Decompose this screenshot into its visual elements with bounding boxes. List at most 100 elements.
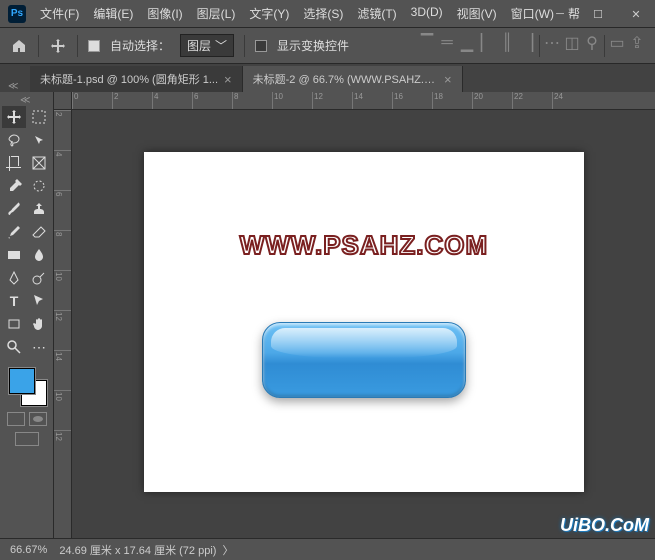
search-icon[interactable]: ⚲ bbox=[584, 35, 600, 51]
lasso-tool[interactable] bbox=[2, 129, 26, 151]
home-icon[interactable] bbox=[10, 37, 28, 55]
frame-tool[interactable] bbox=[27, 152, 51, 174]
show-transform-label: 显示变换控件 bbox=[277, 37, 349, 54]
tab-overflow-icon[interactable]: ≪ bbox=[8, 81, 18, 92]
menu-edit[interactable]: 编辑(E) bbox=[87, 2, 139, 25]
menu-view[interactable]: 视图(V) bbox=[451, 2, 503, 25]
ruler-tick: 14 bbox=[352, 92, 392, 109]
document-dimensions: 24.69 厘米 x 17.64 厘米 (72 ppi) bbox=[59, 542, 216, 558]
auto-select-checkbox[interactable] bbox=[88, 40, 100, 52]
close-icon[interactable]: × bbox=[224, 72, 232, 87]
ruler-tick: 0 bbox=[72, 92, 112, 109]
app-logo: Ps bbox=[8, 5, 26, 23]
ruler-tick: 12 bbox=[312, 92, 352, 109]
separator bbox=[539, 35, 540, 57]
ruler-origin[interactable] bbox=[54, 92, 72, 110]
maximize-button[interactable]: ☐ bbox=[579, 0, 617, 28]
close-button[interactable]: ✕ bbox=[617, 0, 655, 28]
brush-tool[interactable] bbox=[2, 198, 26, 220]
show-transform-checkbox[interactable] bbox=[255, 40, 267, 52]
menu-type[interactable]: 文字(Y) bbox=[243, 2, 295, 25]
horizontal-ruler[interactable]: 024681012141618202224 bbox=[72, 92, 655, 110]
dropdown-label: 图层 bbox=[187, 37, 211, 54]
ruler-tick: 8 bbox=[54, 230, 71, 270]
ruler-tick: 10 bbox=[54, 390, 71, 430]
align-bottom-icon[interactable]: ▁ bbox=[459, 35, 475, 51]
ruler-tick: 24 bbox=[552, 92, 592, 109]
align-hcenter-icon[interactable]: ║ bbox=[499, 35, 515, 51]
tool-grid: T ⋯ bbox=[2, 106, 51, 358]
color-swatches bbox=[7, 366, 47, 406]
move-tool-icon[interactable] bbox=[49, 37, 67, 55]
path-select-tool[interactable] bbox=[27, 290, 51, 312]
glossy-button-shape[interactable] bbox=[262, 322, 466, 398]
rectangle-tool[interactable] bbox=[2, 313, 26, 335]
align-top-icon[interactable]: ▔ bbox=[419, 35, 435, 51]
zoom-level[interactable]: 66.67% bbox=[10, 544, 47, 556]
canvas-area[interactable]: 024681012141618202224 24681012141012 WWW… bbox=[54, 92, 655, 538]
arrange-icon[interactable]: ▭ bbox=[609, 35, 625, 51]
distribute-icon[interactable]: ⋯ bbox=[544, 35, 560, 51]
align-vcenter-icon[interactable]: ═ bbox=[439, 35, 455, 51]
menu-file[interactable]: 文件(F) bbox=[34, 2, 85, 25]
type-tool[interactable]: T bbox=[2, 290, 26, 312]
pen-tool[interactable] bbox=[2, 267, 26, 289]
menu-layer[interactable]: 图层(L) bbox=[191, 2, 242, 25]
ruler-tick: 6 bbox=[192, 92, 232, 109]
menu-filter[interactable]: 滤镜(T) bbox=[351, 2, 402, 25]
quick-select-tool[interactable] bbox=[27, 129, 51, 151]
marquee-tool[interactable] bbox=[27, 106, 51, 128]
menu-3d[interactable]: 3D(D) bbox=[405, 2, 449, 25]
ruler-tick: 12 bbox=[54, 310, 71, 350]
headline-text-layer[interactable]: WWW.PSAHZ.COM bbox=[144, 230, 584, 261]
ruler-tick: 18 bbox=[432, 92, 472, 109]
align-right-icon[interactable]: ▕ bbox=[519, 35, 535, 51]
3d-mode-icon[interactable]: ◫ bbox=[564, 35, 580, 51]
align-left-icon[interactable]: ▏ bbox=[479, 35, 495, 51]
move-tool[interactable] bbox=[2, 106, 26, 128]
healing-tool[interactable] bbox=[27, 175, 51, 197]
ruler-tick: 22 bbox=[512, 92, 552, 109]
layer-dropdown[interactable]: 图层﹀ bbox=[180, 34, 234, 57]
document-canvas[interactable]: WWW.PSAHZ.COM bbox=[144, 152, 584, 492]
separator bbox=[77, 35, 78, 57]
document-tab-1[interactable]: 未标题-1.psd @ 100% (圆角矩形 1... × bbox=[30, 66, 243, 92]
gradient-tool[interactable] bbox=[2, 244, 26, 266]
vertical-ruler[interactable]: 24681012141012 bbox=[54, 110, 72, 538]
document-tab-bar: ≪ 未标题-1.psd @ 100% (圆角矩形 1... × 未标题-2 @ … bbox=[0, 64, 655, 92]
auto-select-label: 自动选择： bbox=[110, 37, 170, 54]
document-tab-2[interactable]: 未标题-2 @ 66.7% (WWW.PSAHZ.COM, RGB/8#) * … bbox=[243, 66, 463, 92]
ruler-tick: 20 bbox=[472, 92, 512, 109]
separator bbox=[244, 35, 245, 57]
options-bar: 自动选择： 图层﹀ 显示变换控件 ▔ ═ ▁ ▏ ║ ▕ ⋯ ◫ ⚲ ▭ ⇪ bbox=[0, 28, 655, 64]
eraser-tool[interactable] bbox=[27, 221, 51, 243]
hand-tool[interactable] bbox=[27, 313, 51, 335]
edit-toolbar[interactable]: ⋯ bbox=[27, 336, 51, 358]
dodge-tool[interactable] bbox=[27, 267, 51, 289]
screen-mode-icon[interactable] bbox=[15, 432, 39, 446]
quick-mask-icon[interactable] bbox=[29, 412, 47, 426]
minimize-button[interactable]: ─ bbox=[541, 0, 579, 28]
workspace: ≪ T ⋯ bbox=[0, 92, 655, 538]
close-icon[interactable]: × bbox=[444, 72, 452, 87]
ruler-tick: 2 bbox=[112, 92, 152, 109]
share-icon[interactable]: ⇪ bbox=[629, 35, 645, 51]
crop-tool[interactable] bbox=[2, 152, 26, 174]
chevron-right-icon[interactable]: 〉 bbox=[222, 542, 233, 558]
toolbox: ≪ T ⋯ bbox=[0, 92, 54, 538]
separator bbox=[38, 35, 39, 57]
clone-stamp-tool[interactable] bbox=[27, 198, 51, 220]
menu-select[interactable]: 选择(S) bbox=[297, 2, 349, 25]
main-menu: 文件(F) 编辑(E) 图像(I) 图层(L) 文字(Y) 选择(S) 滤镜(T… bbox=[34, 2, 586, 25]
ruler-tick: 10 bbox=[54, 270, 71, 310]
standard-mode-icon[interactable] bbox=[7, 412, 25, 426]
blur-tool[interactable] bbox=[27, 244, 51, 266]
history-brush-tool[interactable] bbox=[2, 221, 26, 243]
toolbox-collapse-icon[interactable]: ≪ bbox=[20, 95, 30, 106]
screen-mode-row bbox=[15, 432, 39, 446]
menu-image[interactable]: 图像(I) bbox=[141, 2, 188, 25]
foreground-color-swatch[interactable] bbox=[9, 368, 35, 394]
eyedropper-tool[interactable] bbox=[2, 175, 26, 197]
zoom-tool[interactable] bbox=[2, 336, 26, 358]
watermark: UiBO.CoM bbox=[560, 515, 649, 536]
